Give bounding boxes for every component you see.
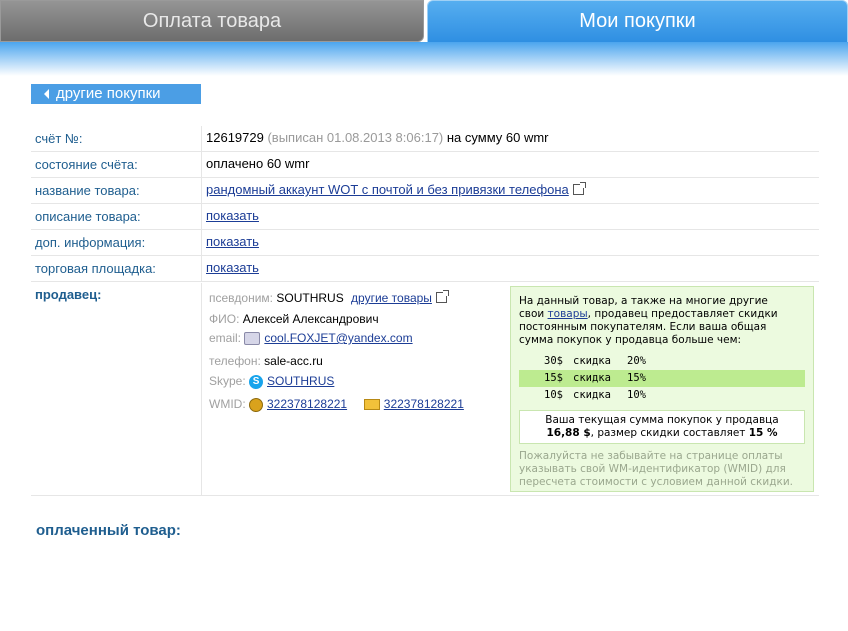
- tier-amount: 15$: [544, 372, 563, 384]
- discount-tier-active: 15$ скидка 15%: [519, 370, 805, 387]
- tab-my-purchases[interactable]: Мои покупки: [427, 0, 848, 42]
- label-status: состояние счёта:: [35, 157, 138, 172]
- discount-tiers: 30$ скидка 20% 15$ скидка 15% 10$ скидка 10%: [519, 353, 805, 404]
- show-marketplace-link[interactable]: показать: [206, 260, 259, 275]
- discount-intro-line: сумма покупок у продавца больше чем:: [519, 334, 742, 346]
- show-extra-info-link[interactable]: показать: [206, 234, 259, 249]
- label-invoice: счёт №:: [35, 131, 83, 146]
- show-description-link[interactable]: показать: [206, 208, 259, 223]
- discount-intro-line: На данный товар, а также на многие други…: [519, 295, 768, 307]
- tier-percent: 20%: [627, 355, 646, 367]
- phone-value: sale-acc.ru: [264, 354, 323, 368]
- label-extra-info: доп. информация:: [35, 235, 146, 250]
- nick-label: псевдоним:: [209, 291, 274, 305]
- tier-word: скидка: [573, 355, 611, 367]
- header-band: [0, 42, 848, 76]
- current-sum: 16,88 $: [546, 427, 591, 439]
- tier-amount: 30$: [544, 355, 563, 367]
- discount-box: На данный товар, а также на многие други…: [510, 286, 814, 492]
- other-purchases-button[interactable]: другие покупки: [31, 84, 201, 104]
- tier-word: скидка: [573, 389, 611, 401]
- current-discount: Ваша текущая сумма покупок у продавца 16…: [519, 410, 805, 444]
- current-discount-text: , размер скидки составляет: [590, 427, 749, 439]
- email-link[interactable]: cool.FOXJET@yandex.com: [264, 331, 412, 345]
- label-product-name: название товара:: [35, 183, 140, 198]
- discount-intro-line: постоянным покупателям. Если ваша общая: [519, 321, 767, 333]
- discount-intro: На данный товар, а также на многие други…: [519, 295, 805, 347]
- seller-email: email: cool.FOXJET@yandex.com: [209, 331, 413, 346]
- skype-icon: S: [249, 374, 264, 389]
- seller-fio: ФИО: Алексей Александрович: [209, 312, 379, 326]
- back-button-label: другие покупки: [56, 85, 161, 102]
- webmoney-icon: [249, 397, 263, 412]
- email-label: email:: [209, 331, 242, 345]
- phone-label: телефон:: [209, 354, 261, 368]
- discount-intro-part: , продавец предоставляет скидки: [587, 308, 778, 320]
- row-description: описание товара: показать: [31, 204, 819, 230]
- tier-amount: 10$: [544, 389, 563, 401]
- seller-nick: псевдоним: SOUTHRUS другие товары: [209, 290, 449, 305]
- label-marketplace: торговая площадка:: [35, 261, 156, 276]
- paid-goods-title: оплаченный товар:: [36, 522, 181, 539]
- seller-title: продавец:: [35, 287, 102, 302]
- tab-bar: Оплата товара Мои покупки: [0, 0, 848, 42]
- wmid-link[interactable]: 322378128221: [267, 397, 347, 411]
- current-discount-percent: 15 %: [748, 427, 778, 439]
- wmid-label: WMID:: [209, 397, 246, 411]
- label-description: описание товара:: [35, 209, 141, 224]
- tier-percent: 15%: [627, 372, 646, 384]
- goods-link[interactable]: товары: [548, 308, 588, 320]
- discount-intro-part: свои: [519, 308, 548, 320]
- wmid-message-link[interactable]: 322378128221: [384, 397, 464, 411]
- value-invoice: 12619729 (выписан 01.08.2013 8:06:17) на…: [206, 130, 549, 145]
- row-extra-info: доп. информация: показать: [31, 230, 819, 256]
- arrow-left-icon: [44, 89, 49, 99]
- invoice-sum: на сумму 60 wmr: [446, 130, 549, 145]
- row-status: состояние счёта: оплачено 60 wmr: [31, 152, 819, 178]
- seller-phone: телефон: sale-acc.ru: [209, 354, 323, 368]
- product-name-link[interactable]: рандомный аккаунт WOT с почтой и без при…: [206, 182, 569, 197]
- tier-percent: 10%: [627, 389, 646, 401]
- seller-wmid: WMID: 322378128221 322378128221: [209, 397, 464, 412]
- row-invoice: счёт №: 12619729 (выписан 01.08.2013 8:0…: [31, 126, 819, 152]
- invoice-date: (выписан 01.08.2013 8:06:17): [267, 130, 444, 145]
- external-link-icon[interactable]: [572, 182, 586, 195]
- mail-icon: [244, 332, 261, 346]
- nick-value: SOUTHRUS: [276, 291, 344, 305]
- fio-label: ФИО:: [209, 312, 240, 326]
- tab-payment[interactable]: Оплата товара: [0, 0, 424, 42]
- current-discount-line: Ваша текущая сумма покупок у продавца: [545, 414, 779, 426]
- external-link-icon[interactable]: [435, 290, 449, 303]
- invoice-details: счёт №: 12619729 (выписан 01.08.2013 8:0…: [31, 126, 819, 282]
- discount-note: Пожалуйста не забывайте на странице опла…: [519, 450, 793, 488]
- skype-link[interactable]: SOUTHRUS: [267, 374, 334, 388]
- fio-value: Алексей Александрович: [242, 312, 379, 326]
- invoice-number: 12619729: [206, 130, 264, 145]
- seller-skype: Skype: S SOUTHRUS: [209, 374, 334, 389]
- value-status: оплачено 60 wmr: [206, 156, 310, 171]
- other-goods-link[interactable]: другие товары: [351, 291, 432, 305]
- tier-word: скидка: [573, 372, 611, 384]
- envelope-icon: [363, 399, 380, 411]
- skype-label: Skype:: [209, 374, 246, 388]
- row-product-name: название товара: рандомный аккаунт WOT с…: [31, 178, 819, 204]
- discount-tier: 10$ скидка 10%: [519, 387, 805, 404]
- row-marketplace: торговая площадка: показать: [31, 256, 819, 282]
- discount-tier: 30$ скидка 20%: [519, 353, 805, 370]
